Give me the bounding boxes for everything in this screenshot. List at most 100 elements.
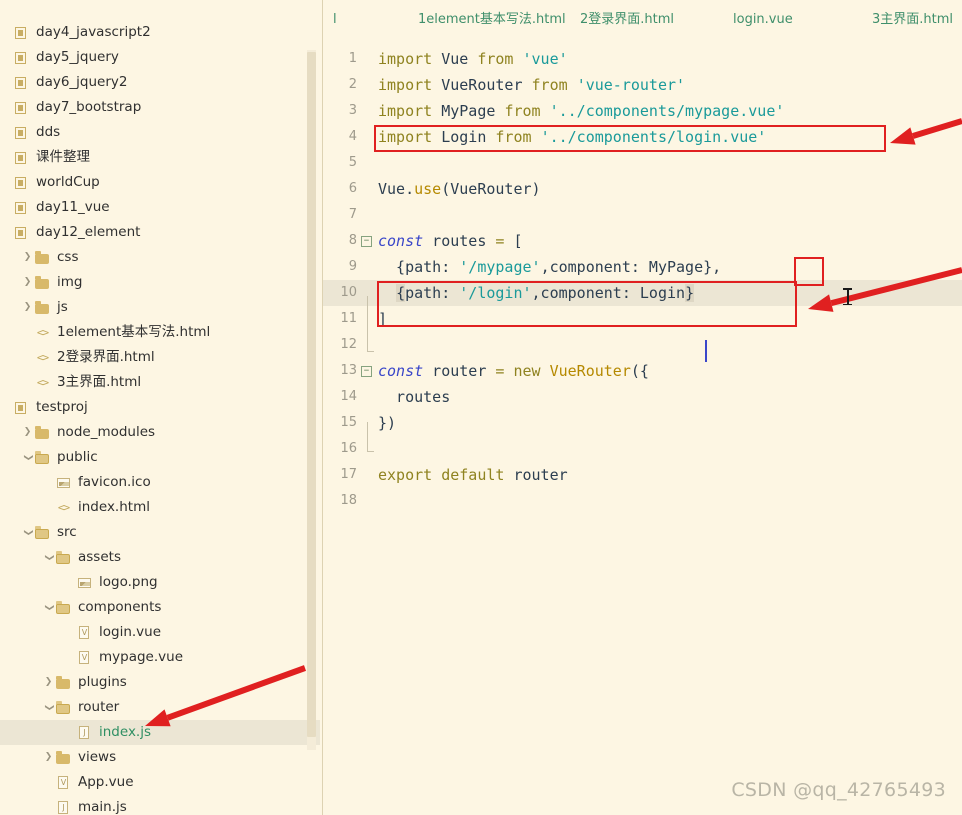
chevron-right-icon[interactable]: ❯ — [21, 428, 34, 437]
editor-tab-2[interactable]: 2登录界面.html — [580, 13, 674, 26]
tree-item-testproj[interactable]: testproj — [0, 395, 320, 420]
line-number-15: 15 — [340, 415, 357, 430]
code-line-2[interactable]: import VueRouter from 'vue-router' — [378, 72, 685, 98]
editor-tab-4[interactable]: 3主界面.html — [872, 13, 953, 26]
code-line-13[interactable]: const router = new VueRouter({ — [378, 358, 649, 384]
tree-item-router[interactable]: ❯ router — [0, 695, 320, 720]
tree-item-public[interactable]: ❯ public — [0, 445, 320, 470]
sidebar-scrollbar-thumb[interactable] — [307, 52, 316, 737]
token: '/mypage' — [459, 258, 541, 276]
tree-item-img[interactable]: ❯ img — [0, 270, 320, 295]
js-file-icon: J — [55, 800, 72, 815]
chevron-right-icon[interactable]: ❯ — [21, 278, 34, 287]
token: const — [378, 362, 424, 380]
tree-item-day4_javascript2[interactable]: day4_javascript2 — [0, 20, 320, 45]
tree-item-components[interactable]: ❯ components — [0, 595, 320, 620]
module-icon — [13, 225, 30, 241]
tree-item-worldcup[interactable]: worldCup — [0, 170, 320, 195]
tree-item-label: css — [57, 248, 79, 265]
tree-item-indexjs[interactable]: Jindex.js — [0, 720, 320, 745]
tree-item-day12_element[interactable]: day12_element — [0, 220, 320, 245]
tree-item-day5_jquery[interactable]: day5_jquery — [0, 45, 320, 70]
fold-toggle-line-8[interactable]: − — [361, 236, 372, 247]
tree-item-src[interactable]: ❯ src — [0, 520, 320, 545]
tree-item-appvue[interactable]: V App.vue — [0, 770, 320, 795]
chevron-right-icon[interactable]: ❯ — [42, 678, 55, 687]
tree-item-label: js — [57, 298, 68, 315]
tree-item-label: 3主界面.html — [57, 373, 142, 390]
token: (VueRouter) — [441, 180, 541, 198]
token: import — [378, 102, 433, 120]
token: const — [378, 232, 424, 250]
tree-item-label: 2登录界面.html — [57, 348, 155, 365]
tree-item-css[interactable]: ❯ css — [0, 245, 320, 270]
tree-item-day7_bootstrap[interactable]: day7_bootstrap — [0, 95, 320, 120]
token: ,component: Login — [531, 284, 686, 302]
tree-item-dds[interactable]: dds — [0, 120, 320, 145]
tree-item-3html[interactable]: <> 3主界面.html — [0, 370, 320, 395]
tree-item-label: router — [78, 698, 120, 715]
code-line-11[interactable]: ] — [378, 306, 387, 332]
token: Login — [441, 128, 487, 146]
token: ,component: MyPage}, — [540, 258, 722, 276]
line-number-18: 18 — [340, 493, 357, 508]
tree-item-label: App.vue — [78, 773, 134, 790]
tree-item-[interactable]: 课件整理 — [0, 145, 320, 170]
editor-panel: l 1element基本写法.html 2登录界面.html login.vue 3主界… — [323, 0, 962, 815]
chevron-down-icon[interactable]: ❯ — [23, 451, 33, 464]
folder-open-icon — [55, 550, 72, 566]
tree-item-label: worldCup — [36, 173, 100, 190]
tree-item-label: favicon.ico — [78, 473, 151, 490]
code-editor[interactable]: 1 import Vue from 'vue' 2 import VueRouter … — [323, 34, 962, 815]
code-line-9[interactable]: {path: '/mypage',component: MyPage}, — [378, 254, 721, 280]
folder-icon — [55, 750, 72, 766]
token: path: — [405, 284, 460, 302]
line-number-14: 14 — [340, 389, 357, 404]
code-line-14[interactable]: routes — [378, 384, 450, 410]
code-line-10[interactable]: {path: '/login',component: Login} — [378, 280, 695, 306]
token: '/login' — [459, 284, 532, 302]
folder-icon — [34, 275, 51, 291]
tree-item-day11_vue[interactable]: day11_vue — [0, 195, 320, 220]
tree-item-1elementhtml[interactable]: <> 1element基本写法.html — [0, 320, 320, 345]
tree-item-assets[interactable]: ❯ assets — [0, 545, 320, 570]
chevron-down-icon[interactable]: ❯ — [44, 701, 54, 714]
chevron-right-icon[interactable]: ❯ — [21, 253, 34, 262]
editor-tab-1[interactable]: 1element基本写法.html — [418, 13, 566, 26]
tree-item-mypagevue[interactable]: Vmypage.vue — [0, 645, 320, 670]
tree-item-mainjs[interactable]: Jmain.js — [0, 795, 320, 815]
tree-item-views[interactable]: ❯ views — [0, 745, 320, 770]
tree-item-plugins[interactable]: ❯ plugins — [0, 670, 320, 695]
code-line-15[interactable]: }) — [378, 410, 396, 436]
tree-item-node_modules[interactable]: ❯ node_modules — [0, 420, 320, 445]
editor-tab-bar[interactable]: l 1element基本写法.html 2登录界面.html login.vue 3主界… — [323, 0, 962, 34]
tree-item-2html[interactable]: <> 2登录界面.html — [0, 345, 320, 370]
code-line-6[interactable]: Vue.use(VueRouter) — [378, 176, 541, 202]
code-line-8[interactable]: const routes = [ — [378, 228, 523, 254]
module-icon — [13, 175, 30, 191]
project-tree-panel[interactable]: day4_javascript2 day5_jquery day6_jquery2 d… — [0, 0, 320, 815]
editor-tab-3[interactable]: login.vue — [733, 13, 793, 26]
tree-item-label: day4_javascript2 — [36, 23, 151, 40]
folder-icon — [55, 675, 72, 691]
chevron-down-icon[interactable]: ❯ — [44, 601, 54, 614]
editor-tab-0[interactable]: l — [333, 13, 337, 26]
chevron-down-icon[interactable]: ❯ — [44, 551, 54, 564]
fold-toggle-line-13[interactable]: − — [361, 366, 372, 377]
code-line-3[interactable]: import MyPage from '../components/mypage… — [378, 98, 784, 124]
tree-item-js[interactable]: ❯ js — [0, 295, 320, 320]
chevron-right-icon[interactable]: ❯ — [42, 753, 55, 762]
code-line-17[interactable]: export default router — [378, 462, 568, 488]
code-line-1[interactable]: import Vue from 'vue' — [378, 46, 568, 72]
chevron-right-icon[interactable]: ❯ — [21, 303, 34, 312]
tree-item-logopng[interactable]: logo.png — [0, 570, 320, 595]
tree-item-loginvue[interactable]: Vlogin.vue — [0, 620, 320, 645]
tree-item-day6_jquery2[interactable]: day6_jquery2 — [0, 70, 320, 95]
chevron-down-icon[interactable]: ❯ — [23, 526, 33, 539]
line-number-3: 3 — [348, 103, 357, 118]
tree-item-faviconico[interactable]: favicon.ico — [0, 470, 320, 495]
tree-item-label: plugins — [78, 673, 127, 690]
code-line-4[interactable]: import Login from '../components/login.v… — [378, 124, 766, 150]
tree-item-indexhtml[interactable]: <> index.html — [0, 495, 320, 520]
